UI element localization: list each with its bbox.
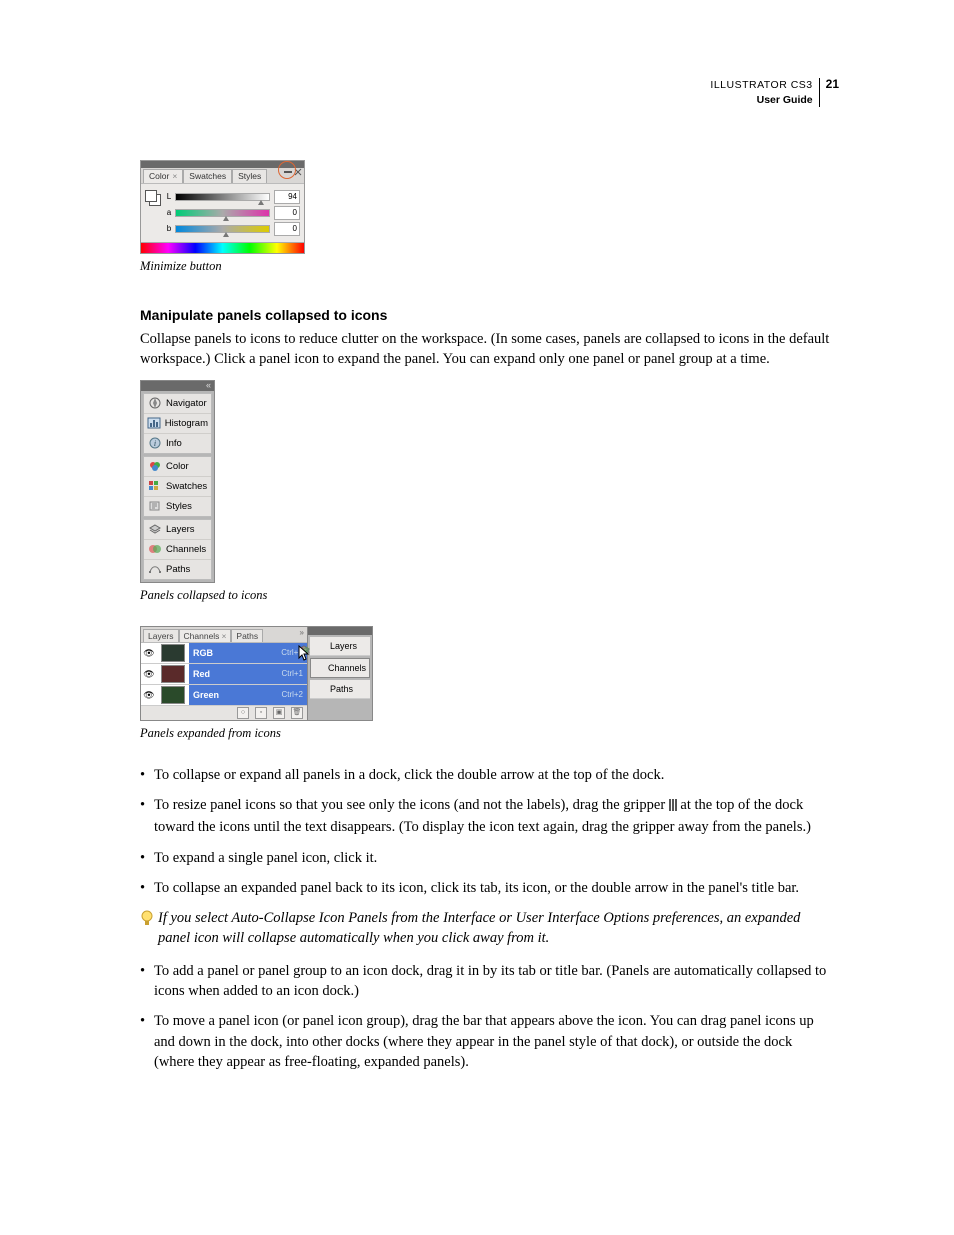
figure-icon-dock: Navigator Histogram i Info Color Swatche… bbox=[140, 380, 215, 583]
dock-item-swatches[interactable]: Swatches bbox=[144, 477, 211, 497]
lightbulb-icon bbox=[140, 910, 158, 949]
dock-item-color[interactable]: Color bbox=[144, 457, 211, 477]
dock-item-paths[interactable]: Paths bbox=[144, 560, 211, 579]
dock-item-layers[interactable]: Layers bbox=[310, 637, 370, 656]
dock-item-layers[interactable]: Layers bbox=[144, 520, 211, 540]
channel-row-green[interactable]: 👁 Green Ctrl+2 bbox=[141, 685, 307, 706]
close-icon[interactable] bbox=[294, 168, 302, 176]
value-l[interactable]: 94 bbox=[274, 190, 300, 204]
color-spectrum[interactable] bbox=[141, 242, 304, 253]
section-heading: Manipulate panels collapsed to icons bbox=[140, 306, 830, 326]
dock-item-histogram[interactable]: Histogram bbox=[144, 414, 211, 434]
bullet-move-icon: To move a panel icon (or panel icon grou… bbox=[154, 1011, 830, 1072]
svg-text:i: i bbox=[154, 439, 156, 448]
dock-item-channels[interactable]: Channels bbox=[144, 540, 211, 560]
channel-row-red[interactable]: 👁 Red Ctrl+1 bbox=[141, 664, 307, 685]
trash-icon[interactable]: 🗑 bbox=[291, 707, 303, 719]
bullet-resize-icons: To resize panel icons so that you see on… bbox=[154, 795, 830, 838]
paths-icon bbox=[147, 562, 163, 576]
gripper-icon bbox=[669, 797, 677, 817]
styles-icon bbox=[147, 499, 163, 513]
layers-icon bbox=[147, 522, 163, 536]
page-header: ILLUSTRATOR CS3 User Guide 21 bbox=[710, 78, 839, 107]
dock-item-info[interactable]: i Info bbox=[144, 434, 211, 453]
fill-stroke-swatch[interactable] bbox=[145, 190, 163, 204]
header-doctitle: User Guide bbox=[710, 93, 812, 108]
visibility-icon[interactable]: 👁 bbox=[141, 647, 157, 660]
bullet-add-panel: To add a panel or panel group to an icon… bbox=[154, 961, 830, 1002]
slider-b[interactable] bbox=[175, 225, 270, 233]
slider-label-b: b bbox=[165, 223, 173, 234]
slider-label-l: L bbox=[165, 191, 173, 202]
dock-gripper[interactable] bbox=[308, 627, 372, 635]
section-intro: Collapse panels to icons to reduce clutt… bbox=[140, 329, 830, 370]
close-icon[interactable]: × bbox=[172, 171, 177, 181]
footer-button[interactable]: ▣ bbox=[273, 707, 285, 719]
cursor-icon bbox=[298, 645, 312, 663]
value-b[interactable]: 0 bbox=[274, 222, 300, 236]
bullet-collapse-back: To collapse an expanded panel back to it… bbox=[154, 878, 830, 898]
tab-styles[interactable]: Styles bbox=[232, 169, 267, 183]
panel-footer: ○ ▫ ▣ 🗑 bbox=[141, 706, 307, 720]
info-icon: i bbox=[147, 436, 163, 450]
channels-icon bbox=[147, 542, 163, 556]
dock-item-styles[interactable]: Styles bbox=[144, 497, 211, 516]
dock-item-navigator[interactable]: Navigator bbox=[144, 394, 211, 414]
slider-a[interactable] bbox=[175, 209, 270, 217]
figure-expanded-panel: Layers Channels× Paths » 👁 RGB Ctrl+~ 👁 … bbox=[140, 626, 830, 721]
value-a[interactable]: 0 bbox=[274, 206, 300, 220]
slider-label-a: a bbox=[165, 207, 173, 218]
tab-layers[interactable]: Layers bbox=[143, 629, 179, 642]
close-icon[interactable]: × bbox=[221, 631, 226, 641]
slider-l[interactable] bbox=[175, 193, 270, 201]
tab-swatches[interactable]: Swatches bbox=[183, 169, 232, 183]
navigator-icon bbox=[147, 396, 163, 410]
tab-channels[interactable]: Channels× bbox=[179, 629, 232, 642]
figure2-caption: Panels collapsed to icons bbox=[140, 587, 830, 605]
bullet-expand-single: To expand a single panel icon, click it. bbox=[154, 848, 830, 868]
bullet-collapse-expand: To collapse or expand all panels in a do… bbox=[154, 765, 830, 785]
collapse-icon[interactable]: » bbox=[300, 627, 304, 638]
minimize-icon[interactable] bbox=[284, 168, 292, 176]
tab-color[interactable]: Color× bbox=[143, 169, 183, 183]
figure-color-panel: Color× Swatches Styles L 94 a bbox=[140, 160, 305, 254]
figure3-caption: Panels expanded from icons bbox=[140, 725, 830, 743]
tab-paths[interactable]: Paths bbox=[231, 629, 263, 642]
channel-row-rgb[interactable]: 👁 RGB Ctrl+~ bbox=[141, 643, 307, 664]
color-icon bbox=[147, 459, 163, 473]
dock-item-paths[interactable]: Paths bbox=[310, 680, 370, 699]
footer-button[interactable]: ▫ bbox=[255, 707, 267, 719]
dock-item-channels[interactable]: Channels bbox=[310, 658, 370, 678]
tip-auto-collapse: If you select Auto-Collapse Icon Panels … bbox=[140, 908, 830, 949]
histogram-icon bbox=[147, 416, 162, 430]
visibility-icon[interactable]: 👁 bbox=[141, 668, 157, 681]
page-number: 21 bbox=[820, 78, 839, 107]
footer-button[interactable]: ○ bbox=[237, 707, 249, 719]
dock-gripper[interactable] bbox=[141, 381, 214, 391]
swatches-icon bbox=[147, 479, 163, 493]
header-product: ILLUSTRATOR CS3 bbox=[710, 78, 812, 93]
figure1-caption: Minimize button bbox=[140, 258, 830, 276]
visibility-icon[interactable]: 👁 bbox=[141, 689, 157, 702]
